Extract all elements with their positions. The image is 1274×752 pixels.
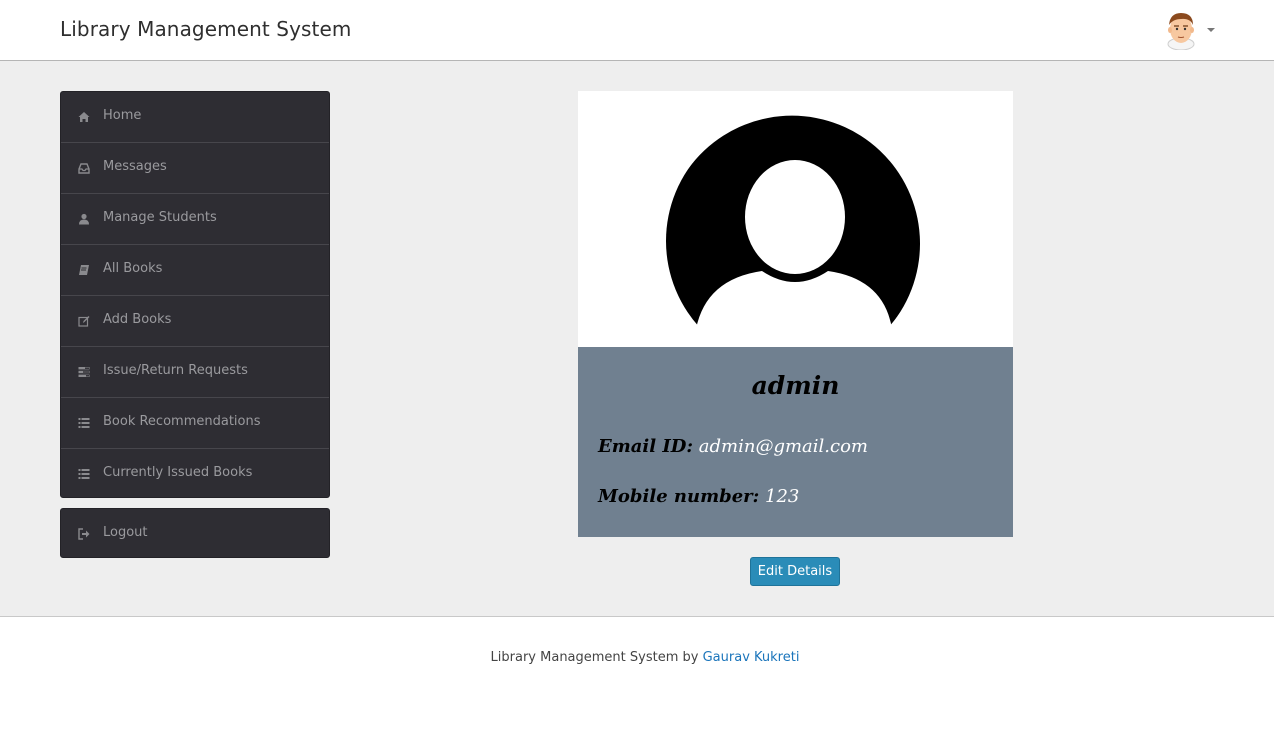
mobile-label: Mobile number:: [598, 486, 760, 507]
logout-button[interactable]: Logout: [60, 508, 330, 558]
email-row: Email ID: admin@gmail.com: [598, 436, 868, 457]
profile-username: admin: [751, 371, 840, 400]
list-icon: [78, 418, 90, 428]
sidebar-item-add-books[interactable]: Add Books: [61, 296, 329, 347]
email-label: Email ID:: [598, 436, 694, 457]
user-menu-dropdown[interactable]: [1163, 10, 1219, 50]
tasks-icon: [78, 367, 90, 377]
mobile-value: 123: [765, 486, 800, 507]
default-user-avatar-icon: [666, 115, 920, 329]
logout-label: Logout: [103, 525, 148, 540]
profile-info-panel: admin Email ID: admin@gmail.com Mobile n…: [578, 347, 1013, 537]
sidebar-item-label: Add Books: [103, 312, 172, 327]
sidebar-item-label: Issue/Return Requests: [103, 363, 248, 378]
sidebar-item-label: All Books: [103, 261, 163, 276]
mobile-row: Mobile number: 123: [598, 486, 799, 507]
sidebar-item-currently-issued-books[interactable]: Currently Issued Books: [61, 449, 329, 500]
sidebar-item-home[interactable]: Home: [61, 92, 329, 143]
sidebar-item-messages[interactable]: Messages: [61, 143, 329, 194]
caret-down-icon[interactable]: [1207, 28, 1215, 32]
cartoon-man-avatar-icon[interactable]: [1163, 10, 1199, 50]
edit-icon: [78, 316, 90, 327]
sidebar-item-all-books[interactable]: All Books: [61, 245, 329, 296]
book-icon: [79, 265, 89, 275]
sidebar-item-manage-students[interactable]: Manage Students: [61, 194, 329, 245]
home-icon: [78, 112, 90, 122]
sidebar-item-label: Manage Students: [103, 210, 217, 225]
author-link[interactable]: Gaurav Kukreti: [703, 650, 800, 665]
sign-out-icon: [78, 528, 90, 540]
sidebar-item-book-recommendations[interactable]: Book Recommendations: [61, 398, 329, 449]
sidebar-item-label: Messages: [103, 159, 167, 174]
user-icon: [79, 213, 89, 225]
edit-details-button[interactable]: Edit Details: [750, 557, 840, 586]
sidebar-item-issue-return-requests[interactable]: Issue/Return Requests: [61, 347, 329, 398]
sidebar-item-label: Home: [103, 108, 142, 123]
email-value: admin@gmail.com: [698, 436, 868, 457]
main-content: Home Messages Manage Students All Books …: [0, 61, 1274, 617]
footer: Library Management System by Gaurav Kukr…: [0, 618, 1274, 752]
sidebar-item-label: Currently Issued Books: [103, 465, 253, 480]
profile-card: admin Email ID: admin@gmail.com Mobile n…: [578, 91, 1013, 537]
footer-caption: Library Management System by: [490, 650, 699, 665]
inbox-icon: [78, 163, 90, 174]
sidebar-item-label: Book Recommendations: [103, 414, 261, 429]
list-icon: [78, 469, 90, 479]
app-title[interactable]: Library Management System: [60, 17, 351, 41]
top-navbar: Library Management System: [0, 0, 1274, 61]
profile-picture-area: [578, 91, 1013, 347]
sidebar-nav: Home Messages Manage Students All Books …: [60, 91, 330, 498]
footer-text: Library Management System by Gaurav Kukr…: [0, 650, 1274, 665]
